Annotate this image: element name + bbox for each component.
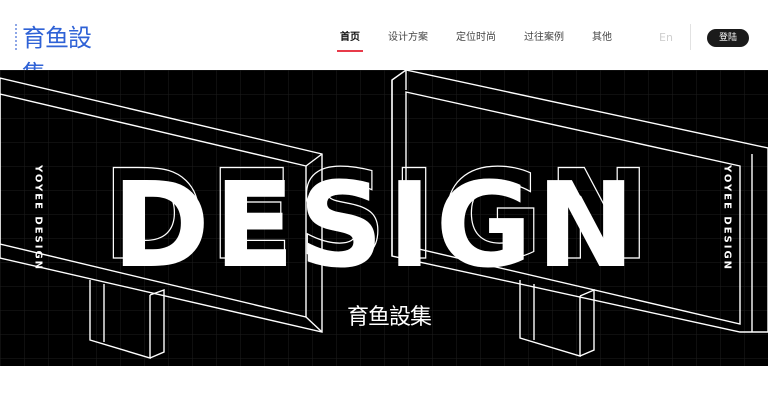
site-logo[interactable]: 育鱼設集 bbox=[14, 20, 104, 88]
banner-logo-text: 育鱼設集 bbox=[347, 305, 432, 330]
nav-divider bbox=[690, 24, 691, 50]
nav-item-past-cases[interactable]: 过往案例 bbox=[524, 28, 564, 43]
banner-graphic: DESIGN DESIGN 育鱼設集 bbox=[0, 70, 768, 366]
logo-dots-icon bbox=[14, 24, 20, 50]
side-label-left: YOYEE DESIGN bbox=[32, 164, 44, 272]
nav-item-other[interactable]: 其他 bbox=[592, 28, 612, 43]
nav-item-fashion[interactable]: 定位时尚 bbox=[456, 28, 496, 43]
page: 育鱼設集 首页 设计方案 定位时尚 过往案例 其他 En 登陆 bbox=[0, 0, 768, 400]
language-switch[interactable]: En bbox=[659, 31, 673, 44]
hero-banner: DESIGN DESIGN 育鱼設集 YOYEE DESIGN YOYEE DE… bbox=[0, 70, 768, 366]
main-nav: 首页 设计方案 定位时尚 过往案例 其他 bbox=[337, 0, 640, 70]
side-label-right: YOYEE DESIGN bbox=[721, 164, 733, 272]
headline-text: DESIGN bbox=[112, 156, 639, 294]
site-header: 育鱼設集 首页 设计方案 定位时尚 过往案例 其他 En 登陆 bbox=[0, 0, 768, 88]
login-button[interactable]: 登陆 bbox=[707, 29, 749, 47]
content-area bbox=[0, 366, 768, 400]
nav-item-design-plans[interactable]: 设计方案 bbox=[388, 28, 428, 43]
nav-item-home[interactable]: 首页 bbox=[337, 28, 363, 52]
